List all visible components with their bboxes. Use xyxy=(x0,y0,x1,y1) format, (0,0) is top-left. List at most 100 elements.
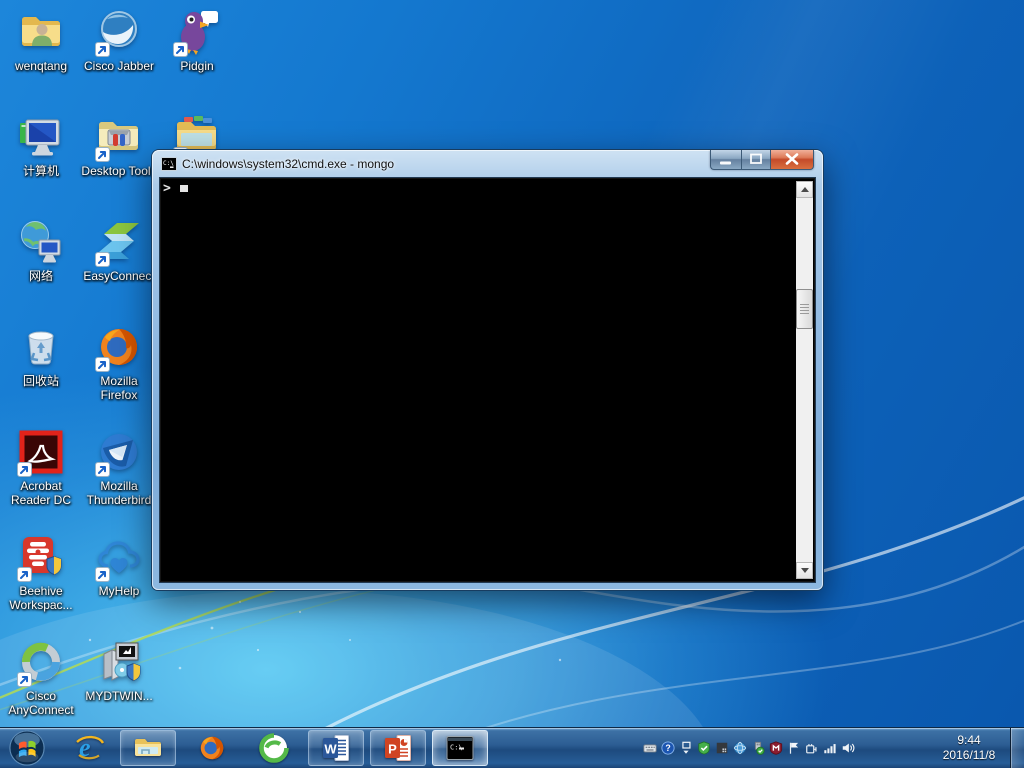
desktop-icon-network[interactable]: 网络 xyxy=(3,218,79,318)
shortcut-arrow-icon xyxy=(173,42,188,57)
desktop-icon-acrobat-reader-dc[interactable]: Acrobat Reader DC xyxy=(3,428,79,528)
tray-icon-grid[interactable] xyxy=(715,741,729,755)
show-desktop-button[interactable] xyxy=(1010,728,1024,768)
desktop-icon-mozilla-thunderbird[interactable]: Mozilla Thunderbird xyxy=(81,428,157,528)
app-icon xyxy=(17,218,65,266)
clock-time: 9:44 xyxy=(957,733,980,748)
taskbar-button-powerpoint[interactable]: P xyxy=(370,730,426,766)
taskbar-app-icon xyxy=(133,733,163,763)
desktop-icon-label: 计算机 xyxy=(23,164,59,178)
desktop-icon-mydtwin[interactable]: MYDTWIN... xyxy=(81,638,157,738)
desktop-icon-image xyxy=(95,428,143,476)
scrollbar-down-button[interactable] xyxy=(796,562,813,579)
scrollbar-thumb[interactable] xyxy=(796,289,813,329)
desktop-icon-image xyxy=(95,638,143,686)
window-title: C:\windows\system32\cmd.exe - mongo xyxy=(182,157,394,171)
desktop-icon-label: Mozilla Firefox xyxy=(81,374,157,402)
terminal-prompt-line: > xyxy=(163,181,795,197)
windows-logo-icon xyxy=(8,729,46,767)
desktop-icon-myhelp[interactable]: MyHelp xyxy=(81,533,157,633)
desktop-icon-mozilla-firefox[interactable]: Mozilla Firefox xyxy=(81,323,157,423)
taskbar-app-icon: P xyxy=(383,733,413,763)
terminal-prompt: > xyxy=(163,181,171,196)
tray-icon-mcafee[interactable] xyxy=(769,741,783,755)
taskbar: e W P C:\ ? xyxy=(0,727,1024,768)
desktop-icon-image xyxy=(95,533,143,581)
desktop-icon-label: Cisco Jabber xyxy=(84,59,154,73)
desktop-icon-label: Mozilla Thunderbird xyxy=(81,479,157,507)
desktop-icon-desktop-tools[interactable]: Desktop Tools xyxy=(81,113,157,213)
taskbar-button-green-browser[interactable] xyxy=(246,730,302,766)
desktop-icon-image xyxy=(17,428,65,476)
taskbar-button-internet-explorer[interactable]: e xyxy=(62,730,118,766)
desktop-icon-cisco-anyconnect[interactable]: Cisco AnyConnect xyxy=(3,638,79,738)
desktop-icon-image xyxy=(95,218,143,266)
desktop-icon-beehive-workspace[interactable]: Beehive Workspac... xyxy=(3,533,79,633)
tray-icon-shield-green[interactable] xyxy=(697,741,711,755)
shortcut-arrow-icon xyxy=(95,42,110,57)
taskbar-app-icon: C:\ xyxy=(445,733,475,763)
tray-icon-plug[interactable] xyxy=(805,741,819,755)
start-button[interactable] xyxy=(8,729,46,767)
tray-icon-signal[interactable] xyxy=(823,741,837,755)
desktop-icon-image xyxy=(17,323,65,371)
tray-icon-keyboard[interactable] xyxy=(643,741,657,755)
maximize-button[interactable] xyxy=(741,150,770,170)
shortcut-arrow-icon xyxy=(95,462,110,477)
taskbar-app-icon xyxy=(259,733,289,763)
tray-icon-help[interactable]: ? xyxy=(661,741,675,755)
desktop-icon-wenqtang[interactable]: wenqtang xyxy=(3,8,79,108)
terminal-client-area[interactable]: > xyxy=(160,178,815,582)
shortcut-arrow-icon xyxy=(17,672,32,687)
shortcut-arrow-icon xyxy=(17,567,32,582)
desktop-icon-recycle-bin[interactable]: 回收站 xyxy=(3,323,79,423)
desktop-icon-computer[interactable]: 计算机 xyxy=(3,113,79,213)
desktop-icon-pidgin[interactable]: Pidgin xyxy=(159,8,235,108)
desktop-icon-label: Acrobat Reader DC xyxy=(3,479,79,507)
svg-text:C:\: C:\ xyxy=(163,160,174,167)
scrollbar-up-button[interactable] xyxy=(796,181,813,198)
close-button[interactable] xyxy=(770,150,814,170)
tray-icon-expand[interactable] xyxy=(679,741,693,755)
desktop-icon-cisco-jabber[interactable]: Cisco Jabber xyxy=(81,8,157,108)
taskbar-button-windows-explorer[interactable] xyxy=(120,730,176,766)
tray-icon-speaker[interactable] xyxy=(841,741,855,755)
minimize-button[interactable] xyxy=(710,150,741,170)
desktop-icon-image xyxy=(17,113,65,161)
app-icon xyxy=(17,8,65,56)
desktop-icon-image xyxy=(17,533,65,581)
tray-icon-globe[interactable] xyxy=(733,741,747,755)
shortcut-arrow-icon xyxy=(95,567,110,582)
svg-text:W: W xyxy=(324,742,337,757)
terminal-output: > xyxy=(163,181,795,579)
tray-icon-usb[interactable] xyxy=(751,741,765,755)
desktop-icon-label: wenqtang xyxy=(15,59,67,73)
desktop-icon-label: Cisco AnyConnect xyxy=(3,689,79,717)
desktop-icon-image xyxy=(173,8,221,56)
desktop-icon-label: Desktop Tools xyxy=(81,164,156,178)
taskbar-button-cmd[interactable]: C:\ xyxy=(432,730,488,766)
desktop-icon-image xyxy=(17,8,65,56)
desktop-icon-label: EasyConnect xyxy=(83,269,154,283)
tray-icon-flag[interactable] xyxy=(787,741,801,755)
scroll-up-icon xyxy=(801,187,809,192)
desktop-icon-image xyxy=(17,638,65,686)
desktop-icon-label: 回收站 xyxy=(23,374,59,388)
shortcut-arrow-icon xyxy=(95,357,110,372)
desktop-icon-easyconnect[interactable]: EasyConnect xyxy=(81,218,157,318)
shortcut-arrow-icon xyxy=(95,147,110,162)
terminal-scrollbar[interactable] xyxy=(796,181,813,579)
desktop-icon-image xyxy=(95,323,143,371)
caption-buttons xyxy=(710,150,814,169)
desktop-icon-label: MyHelp xyxy=(99,584,140,598)
app-icon xyxy=(17,323,65,371)
terminal-cursor xyxy=(180,185,188,192)
desktop-icon-label: MYDTWIN... xyxy=(85,689,152,703)
desktop-icon-label: 网络 xyxy=(29,269,53,283)
system-tray: ? xyxy=(643,728,855,768)
taskbar-button-firefox[interactable] xyxy=(184,730,240,766)
taskbar-button-word[interactable]: W xyxy=(308,730,364,766)
desktop-icon-label: Beehive Workspac... xyxy=(3,584,79,612)
taskbar-clock[interactable]: 9:44 2016/11/8 xyxy=(928,728,1010,768)
svg-text:P: P xyxy=(388,742,397,757)
